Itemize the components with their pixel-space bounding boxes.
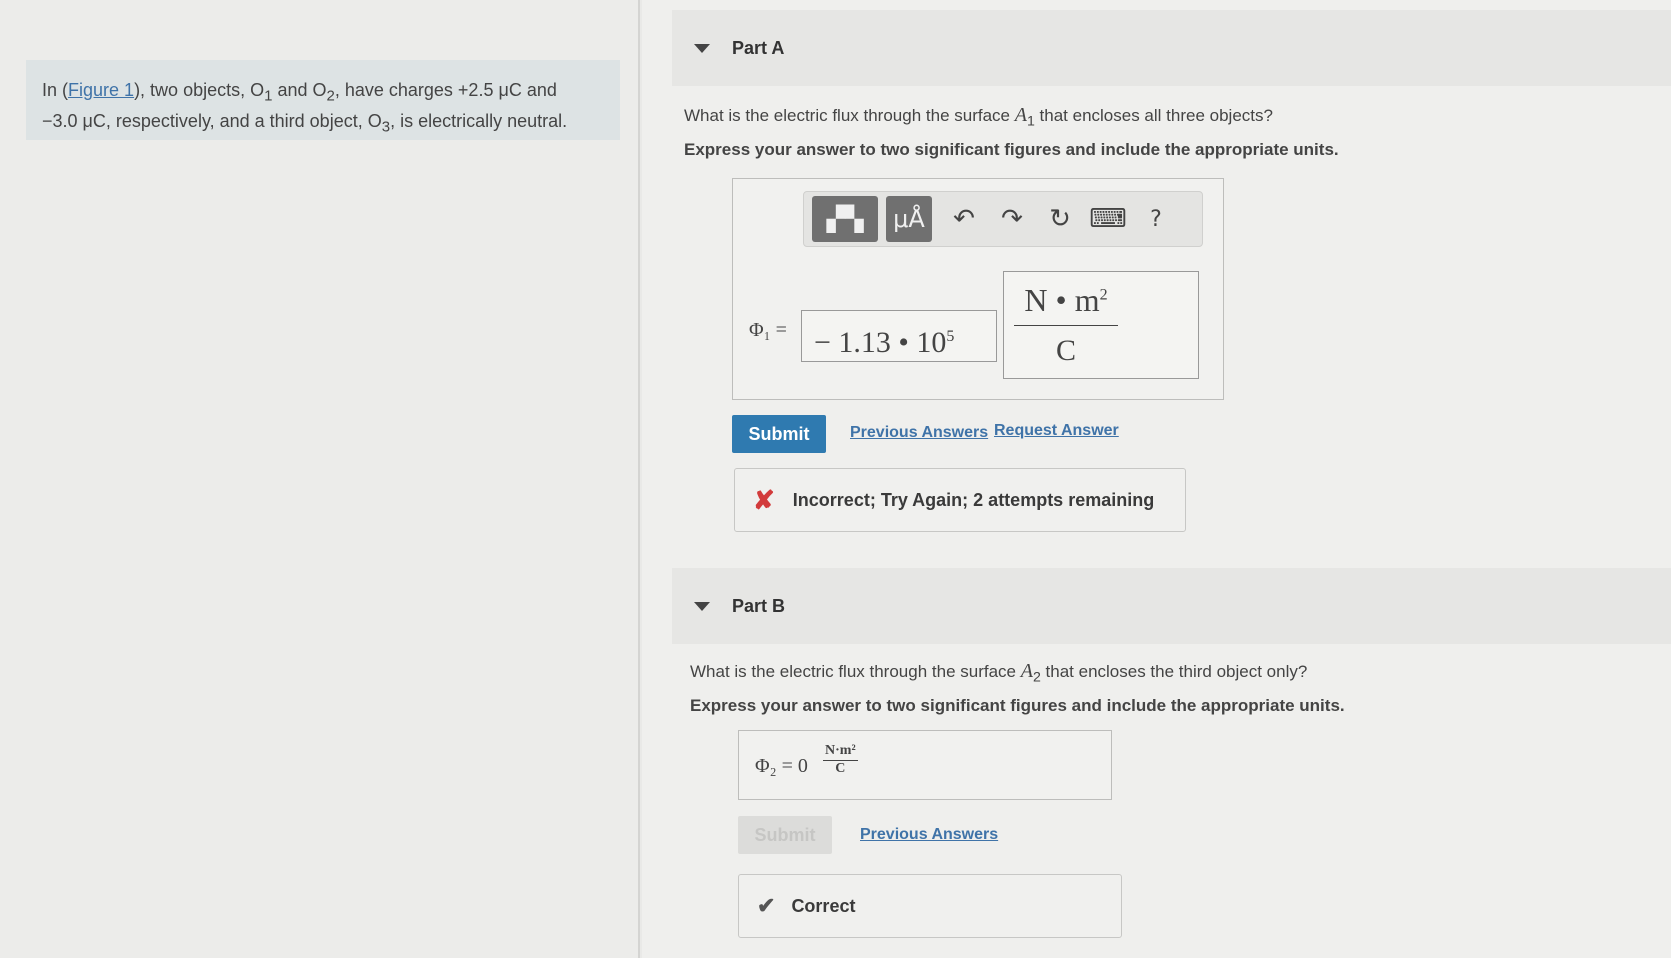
part-a-question: What is the electric flux through the su…: [684, 104, 1273, 129]
intro-text-2-end: , is electrically neutral.: [390, 110, 568, 131]
part-a-answer-box: ▞▚ μÅ ↶ ↷ ↻ ⌨ ? Φ₁ = − 1.13 • 105 N • m2…: [732, 178, 1224, 400]
flux-value-exponent: 5: [946, 328, 955, 345]
part-a-previous-answers-link[interactable]: Previous Answers: [850, 424, 988, 442]
intro-text-2: −3.0 μC, respectively, and a third objec…: [42, 110, 382, 131]
part-b-question-suffix: that encloses the third object only?: [1040, 662, 1308, 681]
part-a-question-sub: 1: [1026, 113, 1035, 130]
unit-numerator: N • m2: [1014, 282, 1118, 326]
collapse-caret-icon[interactable]: [694, 43, 710, 53]
part-a-submit-button[interactable]: Submit: [732, 415, 826, 453]
part-b-feedback-text: Correct: [791, 895, 856, 916]
part-b-previous-answers-link[interactable]: Previous Answers: [860, 826, 998, 844]
parts-pane: Part A What is the electric flux through…: [642, 0, 1671, 958]
request-answer-link[interactable]: Request Answer: [994, 422, 1119, 440]
phi1-label: Φ₁ =: [749, 319, 787, 341]
intro-charges: , have charges +2.5 μC and: [334, 80, 557, 100]
unit-numerator-text: N • m: [1024, 282, 1100, 318]
part-a-question-prefix: What is the electric flux through the su…: [684, 106, 1015, 125]
reset-icon[interactable]: ↻: [1036, 204, 1084, 234]
intro-line-1: In (Figure 1), two objects, O1 and O2, h…: [42, 78, 604, 109]
part-a-question-var: A: [1014, 104, 1027, 126]
keyboard-icon[interactable]: ⌨: [1084, 204, 1132, 234]
part-b-title: Part B: [732, 595, 786, 616]
part-a-feedback-text: Incorrect; Try Again; 2 attempts remaini…: [792, 489, 1155, 510]
part-a-title: Part A: [732, 37, 785, 58]
figure-link[interactable]: Figure 1: [68, 80, 134, 100]
intro-prefix: In (: [42, 80, 69, 100]
incorrect-x-icon: ✘: [753, 484, 775, 515]
redo-icon[interactable]: ↷: [988, 204, 1036, 234]
part-b-submit-button: Submit: [738, 816, 832, 854]
intro-text-1: ), two objects, O: [134, 80, 265, 100]
part-a-header[interactable]: Part A: [672, 10, 1671, 86]
part-b-instruction: Express your answer to two significant f…: [690, 696, 1345, 715]
part-b-feedback: ✔ Correct: [738, 874, 1122, 938]
intro-and: and O: [272, 80, 327, 100]
part-b-unit: N·m² C: [823, 743, 858, 777]
help-icon[interactable]: ?: [1132, 207, 1180, 232]
unit-denominator: C: [1055, 334, 1076, 367]
flux-value: − 1.13 • 10: [814, 326, 947, 359]
part-b-unit-denominator: C: [835, 761, 846, 776]
problem-statement-pane: In (Figure 1), two objects, O1 and O2, h…: [0, 0, 640, 958]
problem-intro: In (Figure 1), two objects, O1 and O2, h…: [26, 60, 620, 140]
intro-line-2: −3.0 μC, respectively, and a third objec…: [42, 109, 604, 140]
o2-subscript: 2: [326, 87, 335, 105]
part-b-answer-box: Φ₂ = 0 N·m² C: [738, 730, 1112, 800]
undo-icon[interactable]: ↶: [940, 204, 988, 234]
part-b-question-prefix: What is the electric flux through the su…: [690, 662, 1021, 681]
flux-value-input[interactable]: − 1.13 • 105: [801, 310, 997, 362]
part-b-question: What is the electric flux through the su…: [690, 660, 1307, 685]
part-b-question-var: A: [1020, 660, 1033, 682]
templates-icon[interactable]: ▞▚: [812, 196, 878, 242]
math-toolbar: ▞▚ μÅ ↶ ↷ ↻ ⌨ ?: [803, 191, 1203, 247]
phi2-label: Φ₂ = 0: [755, 755, 808, 777]
o3-subscript: 3: [381, 118, 391, 136]
collapse-caret-icon[interactable]: [694, 601, 710, 611]
correct-check-icon: ✔: [757, 893, 776, 918]
units-input[interactable]: N • m2 C: [1003, 271, 1199, 379]
unit-numerator-exponent: 2: [1099, 286, 1108, 304]
part-a-question-suffix: that encloses all three objects?: [1034, 106, 1273, 125]
part-a-instruction: Express your answer to two significant f…: [684, 140, 1339, 159]
part-b-question-sub: 2: [1032, 669, 1041, 686]
part-b-header[interactable]: Part B: [672, 568, 1671, 644]
units-icon[interactable]: μÅ: [886, 196, 932, 242]
part-a-feedback: ✘ Incorrect; Try Again; 2 attempts remai…: [734, 468, 1186, 532]
part-b-unit-numerator: N·m²: [823, 743, 858, 761]
